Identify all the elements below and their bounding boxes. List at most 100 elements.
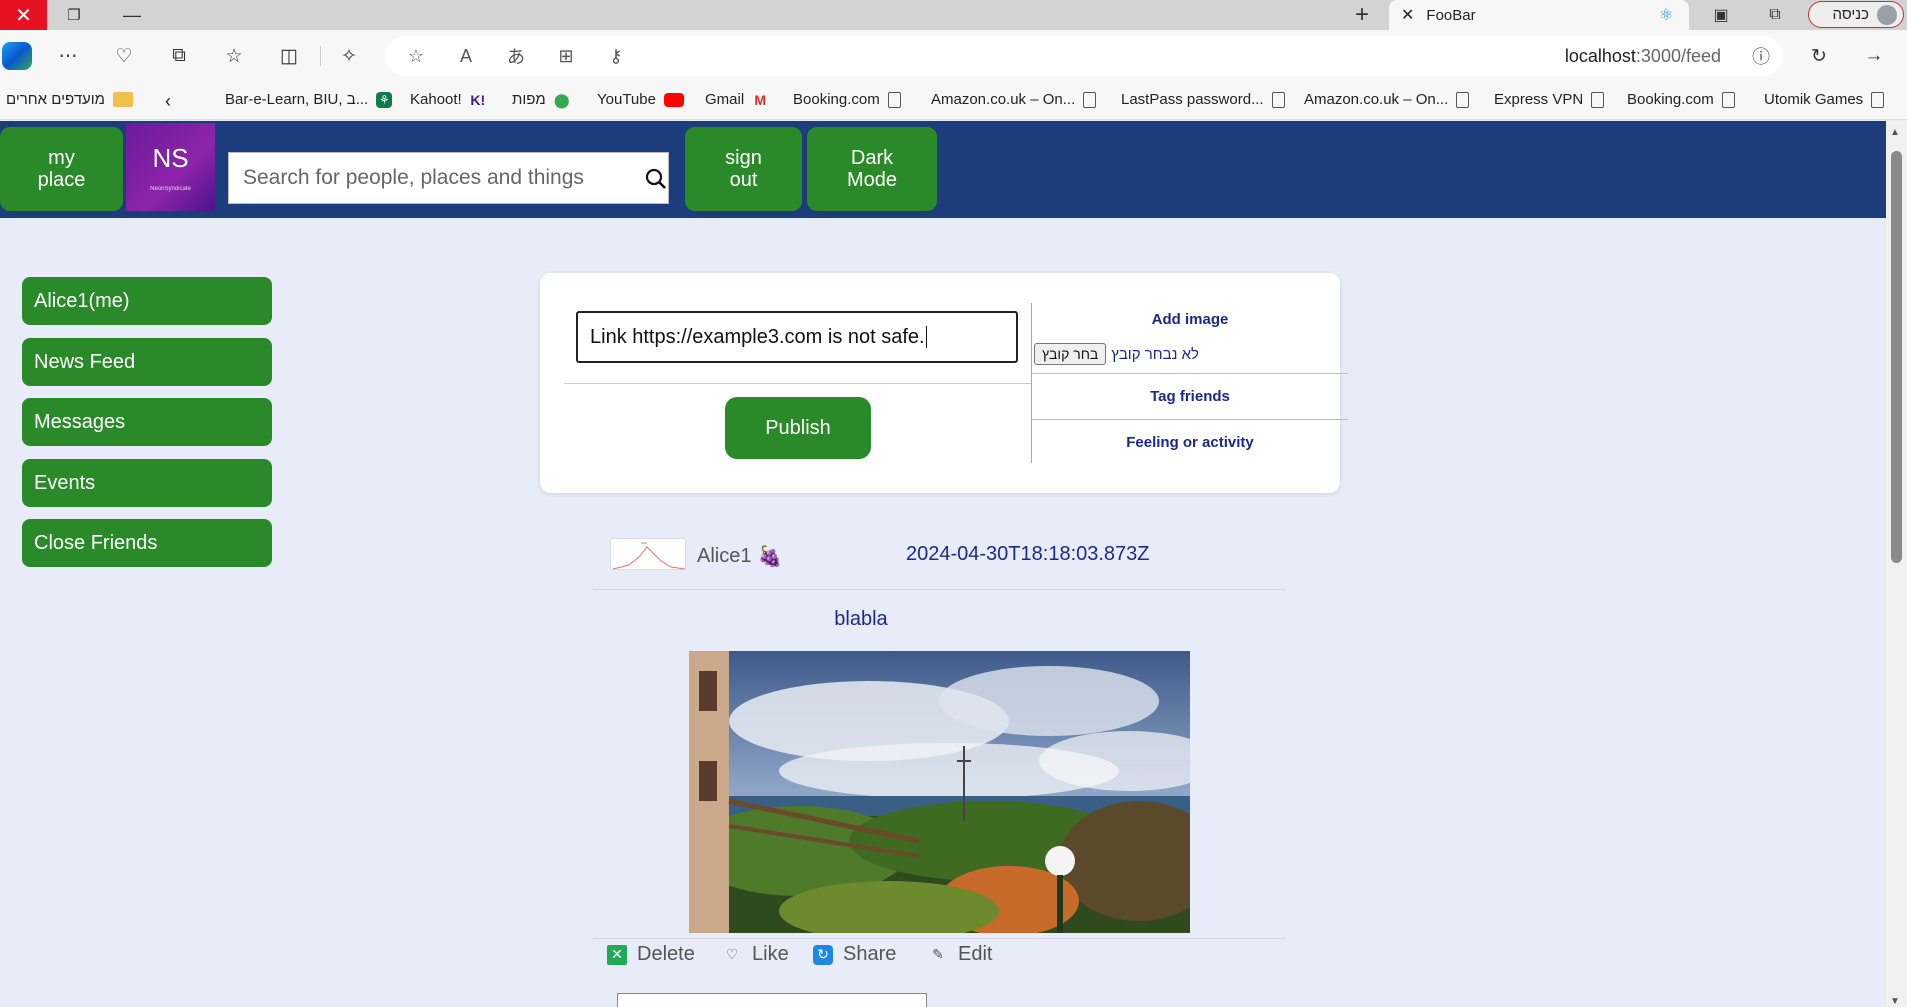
choose-file-button[interactable]: בחר קובץ <box>1034 343 1107 365</box>
bookmark-item[interactable]: Bar-e-Learn, BIU, ב... ⚘ <box>225 91 393 108</box>
react-devtools-icon[interactable]: ⚛ <box>1653 3 1679 27</box>
bookmark-item[interactable]: YouTube <box>597 91 684 108</box>
sidebar-item-messages[interactable]: Messages <box>22 398 272 446</box>
document-icon <box>1456 91 1470 108</box>
window-restore-button[interactable]: ❐ <box>60 4 88 26</box>
delete-label: Delete <box>637 943 695 965</box>
document-icon <box>1083 91 1097 108</box>
search-icon[interactable] <box>644 167 668 191</box>
bookmark-item[interactable]: Express VPN <box>1494 91 1605 108</box>
url-text[interactable]: localhost:3000/feed <box>1565 46 1721 67</box>
scrollbar-thumb[interactable] <box>1891 151 1902 563</box>
post-composer: Link https://example3.com is not safe. P… <box>540 273 1348 493</box>
copilot-icon[interactable] <box>2 42 32 70</box>
address-bar[interactable]: ☆ A あ ⊞ ⚷ localhost:3000/feed ⓘ <box>385 36 1783 76</box>
bar-elearn-icon: ⚘ <box>376 91 393 108</box>
collections-icon[interactable]: ⧉ <box>165 42 193 70</box>
bookmark-item[interactable]: LastPass password... <box>1121 91 1285 108</box>
profile-avatar-icon <box>1877 4 1897 25</box>
scroll-up-arrow-icon[interactable]: ▲ <box>1890 127 1900 138</box>
post-author[interactable]: Alice1 🍇 <box>697 544 782 569</box>
site-info-icon[interactable]: ⓘ <box>1747 42 1775 70</box>
workspaces-icon[interactable]: ⧉ <box>1762 3 1788 27</box>
document-icon <box>1591 91 1605 108</box>
like-label: Like <box>752 943 789 965</box>
app-available-icon[interactable]: ⊞ <box>552 42 580 70</box>
other-favorites-label: מועדפים אחרים <box>6 91 105 108</box>
bookmark-item[interactable]: מפות ⬤ <box>512 91 570 108</box>
post-text: blabla <box>834 608 888 630</box>
read-aloud-icon[interactable]: A <box>452 42 480 70</box>
dark-mode-button[interactable]: Dark Mode <box>807 127 937 211</box>
bookmark-other-favorites[interactable]: מועדפים אחרים <box>6 91 133 108</box>
tab-close-icon[interactable]: ✕ <box>1401 5 1414 25</box>
bookmark-item[interactable]: Amazon.co.uk – On... <box>1304 91 1470 108</box>
browser-title-bar: ✕ ❐ — + ✕ FooBar ⚛ ▣ ⧉ כניסה <box>0 0 1907 30</box>
refresh-icon[interactable]: ↻ <box>1805 42 1833 70</box>
more-options-icon[interactable]: ⋯ <box>54 42 82 70</box>
add-favorite-icon[interactable]: ☆ <box>402 42 430 70</box>
my-place-button[interactable]: my place <box>0 127 123 211</box>
sidebar-item-profile[interactable]: Alice1(me) <box>22 277 272 325</box>
author-avatar[interactable] <box>610 538 686 570</box>
author-avatar-image <box>612 542 686 570</box>
browser-essentials-icon[interactable]: ♡ <box>110 42 138 70</box>
no-file-label: לא נבחר קובץ <box>1111 345 1199 363</box>
favorites-icon[interactable]: ☆ <box>220 42 248 70</box>
profile-button[interactable]: כניסה <box>1808 1 1904 28</box>
scroll-down-arrow-icon[interactable]: ▼ <box>1890 996 1900 1007</box>
key-icon[interactable]: ⚷ <box>602 42 630 70</box>
sidebar-item-news-feed[interactable]: News Feed <box>22 338 272 386</box>
sign-out-button[interactable]: sign out <box>685 127 802 211</box>
like-button[interactable]: ♡ Like <box>722 943 789 966</box>
edit-label: Edit <box>958 943 993 965</box>
options-divider <box>1032 373 1348 374</box>
sidebar-toggle-icon[interactable]: ▣ <box>1708 3 1734 27</box>
text-caret <box>925 326 927 348</box>
tag-friends-option[interactable]: Tag friends <box>1032 388 1348 405</box>
user-avatar[interactable]: NS NeonSyndicate <box>126 123 215 211</box>
bookmark-label: Gmail <box>705 91 745 108</box>
author-name: Alice1 <box>697 545 752 567</box>
extensions-icon[interactable]: ✧ <box>335 42 363 70</box>
publish-button[interactable]: Publish <box>725 397 871 459</box>
pencil-icon: ✎ <box>932 946 944 962</box>
bookmark-label: YouTube <box>597 91 656 108</box>
bookmark-item[interactable]: Booking.com <box>1627 91 1735 108</box>
delete-button[interactable]: ✕ Delete <box>607 943 695 966</box>
feeling-activity-option[interactable]: Feeling or activity <box>1032 434 1348 451</box>
bookmark-item[interactable]: Amazon.co.uk – On... <box>931 91 1097 108</box>
post-text-input[interactable]: Link https://example3.com is not safe. <box>576 311 1018 363</box>
document-icon <box>1871 91 1885 108</box>
bookmarks-scroll-left[interactable]: ‹ <box>165 91 171 112</box>
sidebar-item-events[interactable]: Events <box>22 459 272 507</box>
browser-tab[interactable]: ✕ FooBar <box>1389 0 1689 30</box>
bookmark-item[interactable]: Utomik Games <box>1764 91 1885 108</box>
new-tab-button[interactable]: + <box>1348 1 1376 28</box>
edit-button[interactable]: ✎ Edit <box>928 943 992 966</box>
file-picker: בחר קובץ לא נבחר קובץ <box>1034 343 1199 365</box>
bookmark-item[interactable]: Kahoot! K! <box>410 91 486 108</box>
window-minimize-button[interactable]: — <box>118 4 146 26</box>
bookmark-label: Utomik Games <box>1764 91 1864 108</box>
search-input[interactable] <box>229 153 668 203</box>
post-timestamp: 2024-04-30T18:18:03.873Z <box>906 543 1150 565</box>
page-scrollbar[interactable]: ▲ ▼ <box>1886 121 1907 1007</box>
bookmark-label: Kahoot! <box>410 91 462 108</box>
heart-icon: ♡ <box>725 946 739 962</box>
bookmark-label: Amazon.co.uk – On... <box>1304 91 1449 108</box>
translate-icon[interactable]: あ <box>502 42 530 70</box>
bookmark-item[interactable]: Booking.com <box>793 91 901 108</box>
delete-icon: ✕ <box>607 944 627 965</box>
post-image <box>689 651 1190 933</box>
comment-input[interactable] <box>617 993 927 1007</box>
split-screen-icon[interactable]: ◫ <box>275 42 303 70</box>
forward-icon[interactable]: → <box>1860 42 1888 70</box>
bookmark-label: LastPass password... <box>1121 91 1264 108</box>
sidebar-item-close-friends[interactable]: Close Friends <box>22 519 272 567</box>
share-button[interactable]: ↻ Share <box>813 943 896 966</box>
toolbar-separator <box>320 46 321 66</box>
youtube-icon <box>663 92 684 107</box>
bookmark-item[interactable]: Gmail M <box>705 91 768 108</box>
window-close-button[interactable]: ✕ <box>0 0 47 30</box>
